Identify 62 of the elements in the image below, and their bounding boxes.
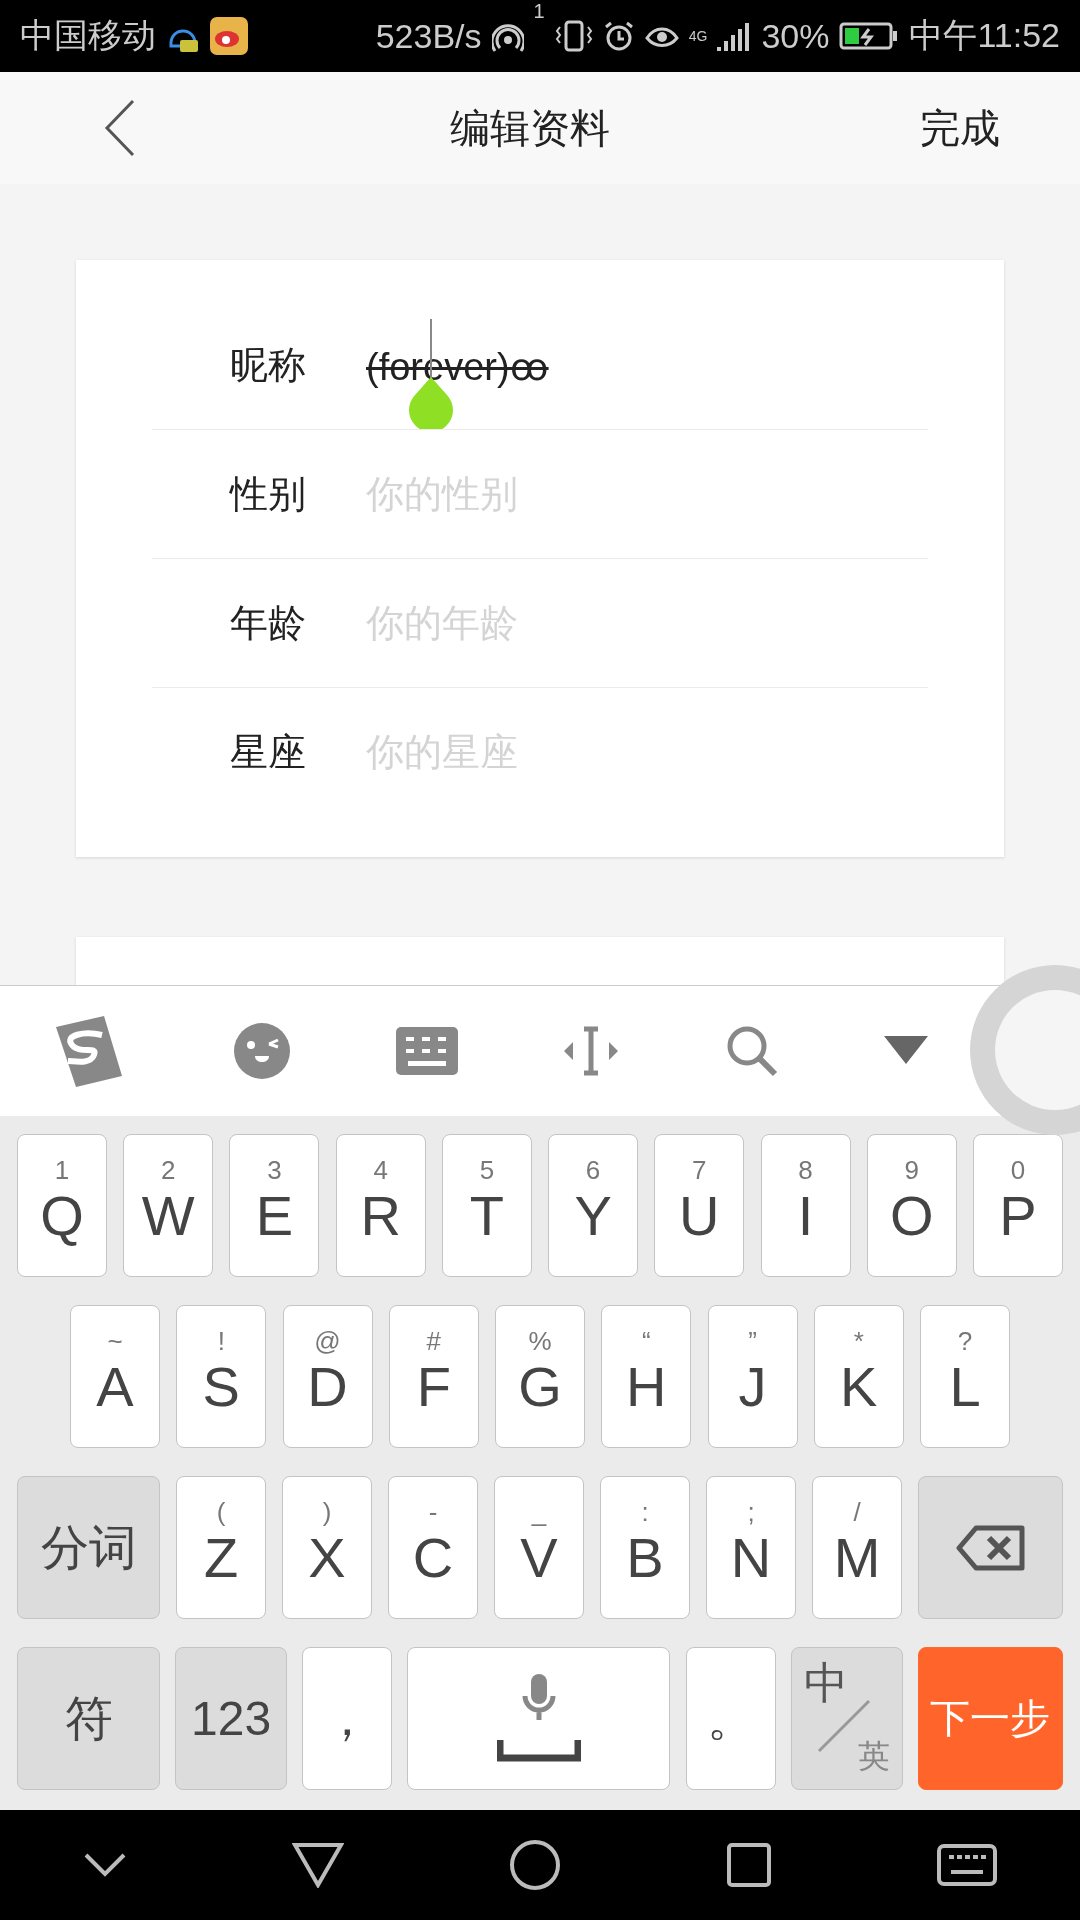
space-key[interactable]: [407, 1647, 671, 1790]
letter-key[interactable]: ! S: [176, 1305, 267, 1448]
emoji-icon[interactable]: [233, 1022, 291, 1080]
letter-key[interactable]: * K: [813, 1305, 904, 1448]
field-label: 年龄: [230, 600, 307, 646]
letter-key[interactable]: ~ A: [70, 1305, 160, 1448]
letter-key[interactable]: 4 R: [335, 1134, 426, 1277]
letter-key[interactable]: ) X: [282, 1476, 372, 1619]
letter-key[interactable]: ” J: [707, 1305, 798, 1448]
keyboard-key[interactable]: 123: [175, 1647, 288, 1790]
letter-key[interactable]: 7 U: [654, 1134, 745, 1277]
network-type: 4G: [688, 28, 708, 44]
hide-keyboard-button[interactable]: [82, 1852, 127, 1878]
letter-key[interactable]: ? L: [920, 1305, 1010, 1448]
alarm-icon: [602, 20, 635, 52]
language-switch-key[interactable]: 中 英: [790, 1647, 903, 1790]
keyboard-key[interactable]: ，: [302, 1647, 393, 1790]
keyboard-key[interactable]: 符: [17, 1647, 160, 1790]
keyboard-toggle-button[interactable]: [937, 1844, 998, 1886]
letter-key[interactable]: # F: [388, 1305, 479, 1448]
backspace-icon: [955, 1524, 1026, 1571]
letter-key[interactable]: % G: [495, 1305, 585, 1448]
letter-key[interactable]: 6 Y: [548, 1134, 639, 1277]
battery-charging-icon: [839, 21, 900, 51]
carrier-name: 中国移动: [20, 15, 156, 56]
letter-key[interactable]: 3 E: [229, 1134, 320, 1277]
letter-key[interactable]: 0 P: [972, 1134, 1063, 1277]
letter-key[interactable]: 8 I: [760, 1134, 851, 1277]
backspace-key[interactable]: [918, 1476, 1063, 1619]
hotspot-count: 1: [533, 0, 545, 23]
keyboard-key[interactable]: 分词: [17, 1476, 160, 1619]
keyboard-icon[interactable]: [395, 1027, 458, 1075]
letter-key[interactable]: _ V: [494, 1476, 584, 1619]
recent-apps-button[interactable]: [726, 1842, 773, 1888]
vibrate-icon: [554, 19, 593, 53]
clock-time: 中午11:52: [909, 15, 1060, 56]
back-nav-button[interactable]: [291, 1842, 344, 1888]
done-button[interactable]: 完成: [920, 100, 1000, 156]
keyboard-key[interactable]: 。: [685, 1647, 776, 1790]
microphone-space-icon: [496, 1673, 581, 1764]
input-field[interactable]: (forever)ꝏ: [366, 339, 549, 391]
letter-key[interactable]: 9 O: [866, 1134, 957, 1277]
cursor-move-icon[interactable]: [562, 1026, 621, 1076]
battery-percent: 30%: [761, 16, 830, 56]
field-label: 性别: [230, 471, 307, 517]
letter-key[interactable]: ( Z: [176, 1476, 266, 1619]
letter-key[interactable]: 2 W: [123, 1134, 214, 1277]
letter-key[interactable]: - C: [388, 1476, 478, 1619]
page-title: 编辑资料: [449, 104, 611, 152]
collapse-caret-icon[interactable]: [883, 1036, 928, 1066]
field-label: 昵称: [230, 342, 307, 388]
letter-key[interactable]: “ H: [601, 1305, 692, 1448]
signal-icon: [717, 21, 752, 51]
letter-key[interactable]: ; N: [706, 1476, 796, 1619]
letter-key[interactable]: / M: [812, 1476, 902, 1619]
field-label: 星座: [230, 729, 307, 775]
home-button[interactable]: [508, 1839, 561, 1891]
letter-key[interactable]: : B: [600, 1476, 690, 1619]
letter-key[interactable]: @ D: [282, 1305, 373, 1448]
letter-key[interactable]: 5 T: [441, 1134, 532, 1277]
network-speed: 523B/s: [375, 16, 482, 56]
letter-key[interactable]: 1 Q: [17, 1134, 107, 1277]
